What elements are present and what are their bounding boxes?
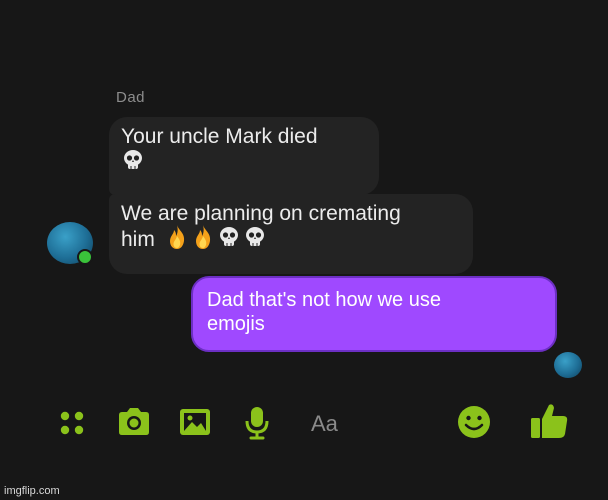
message-text: emojis xyxy=(207,313,265,335)
message-text: Dad that's not how we use xyxy=(207,289,441,311)
apps-icon[interactable] xyxy=(57,408,87,438)
emoji-icon[interactable] xyxy=(456,404,492,440)
online-status-indicator xyxy=(77,249,93,265)
read-receipt-avatar xyxy=(554,352,582,378)
emoji-row xyxy=(121,148,367,179)
incoming-message[interactable]: We are planning on cremating him xyxy=(109,194,473,274)
chat-screen: Dad Your uncle Mark died We are planning… xyxy=(0,0,608,500)
outgoing-message[interactable]: Dad that's not how we use emojis xyxy=(191,276,557,352)
camera-icon[interactable] xyxy=(116,406,152,438)
incoming-message[interactable]: Your uncle Mark died xyxy=(109,117,379,195)
emoji-row: him xyxy=(121,224,461,256)
image-icon[interactable] xyxy=(178,406,212,438)
skull-icon xyxy=(243,225,267,256)
message-text: him xyxy=(121,228,155,251)
thumbs-up-icon[interactable] xyxy=(528,401,570,441)
skull-icon xyxy=(121,148,145,179)
watermark: imgflip.com xyxy=(4,485,60,497)
message-text: Your uncle Mark died xyxy=(121,125,318,148)
microphone-icon[interactable] xyxy=(243,405,271,441)
fire-icon xyxy=(191,224,215,257)
sender-name: Dad xyxy=(116,89,146,106)
skull-icon xyxy=(217,225,241,256)
fire-icon xyxy=(165,224,189,257)
message-input[interactable]: Aa xyxy=(311,411,338,437)
